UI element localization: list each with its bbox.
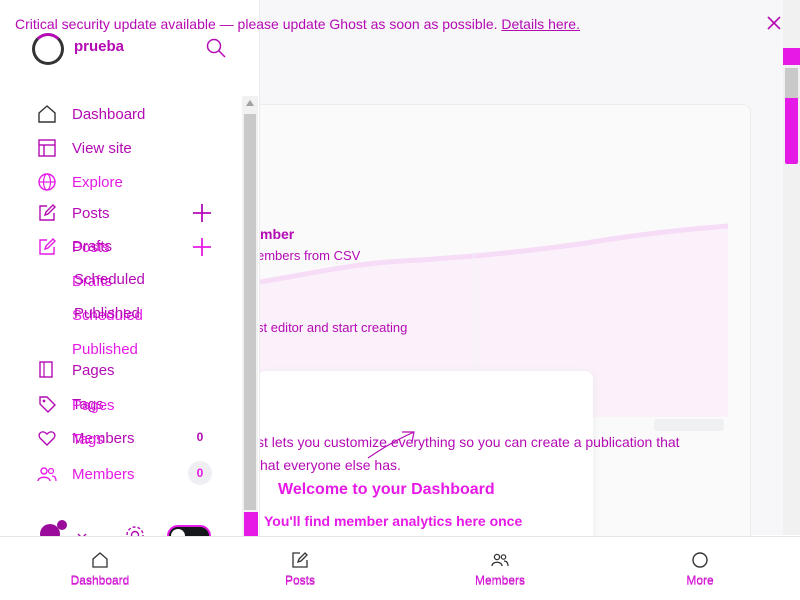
globe-icon [38,173,56,191]
sidebar-item-pages-ghost[interactable]: Pages [72,397,115,414]
tag-icon [39,396,56,413]
sidebar-item-label: Explore [72,174,123,191]
sidebar-item-drafts[interactable]: Drafts [72,238,112,255]
members-count-ghost: 0 [188,461,212,485]
users-icon [491,553,509,567]
close-icon[interactable] [765,14,783,32]
sidebar-item-published-ghost[interactable]: Published [72,341,138,358]
chart-label-placeholder [654,419,724,431]
sidebar-item-explore[interactable]: Explore [37,171,123,193]
edit-icon [39,204,56,221]
sidebar-item-dashboard[interactable]: Dashboard [37,103,145,125]
tab-label-ghost: Posts [284,574,315,588]
sidebar-item-scheduled[interactable]: Scheduled [74,271,145,288]
avatar-badge [57,520,67,530]
sidebar-scroll-highlight [244,512,258,536]
sidebar-item-tags-ghost[interactable]: Tags [72,431,104,448]
scroll-up-button[interactable] [783,48,800,65]
sidebar-item-label: Members [72,466,135,483]
sidebar-item-label: Pages [72,362,115,379]
members-count: 0 [196,430,204,444]
banner-message: Critical security update available — ple… [15,16,580,32]
add-post-icon[interactable] [192,237,212,257]
tab-members[interactable]: Members Members [400,537,600,600]
tab-posts[interactable]: Posts Posts [200,537,400,600]
security-banner: Critical security update available — ple… [0,0,800,48]
tab-label-ghost: Dashboard [70,574,130,588]
sidebar-item-tags[interactable]: Tags [37,393,104,415]
banner-text: Critical security update available — ple… [15,16,498,32]
sidebar-item-members-ghost[interactable]: Members [37,463,135,485]
browser-icon [38,139,56,157]
tab-dashboard[interactable]: Dashboard Dashboard [0,537,200,600]
import-title: mber [260,226,295,242]
sidebar-item-posts-ghost[interactable]: Posts [37,236,110,258]
sidebar-scrollbar[interactable] [242,96,258,536]
import-text: embers from CSV [257,248,361,263]
sidebar-item-label: Posts [72,205,110,222]
sidebar-item-view-site[interactable]: View site [37,137,132,159]
bottom-tab-bar: Dashboard Dashboard Posts Posts Members … [0,536,800,600]
arrow-up-right-icon [367,431,415,459]
welcome-subtitle: You'll find member analytics here once [264,513,523,529]
sidebar-item-label: Dashboard [72,106,146,123]
editor-text: st editor and start creating [257,320,408,335]
home-icon [38,105,56,123]
sidebar-item-members[interactable]: Members [37,427,135,449]
scroll-up-arrow-icon[interactable] [246,100,254,106]
sidebar-item-published[interactable]: Published [74,305,140,322]
scroll-thumb-highlight [785,68,798,98]
customize-text: st lets you customize everything so you … [257,434,680,450]
tab-more[interactable]: More More [600,537,800,600]
banner-details-link[interactable]: Details here. [501,16,580,32]
tab-label-ghost: Members [474,574,525,588]
edit-icon [39,238,56,255]
tab-label-ghost: More [686,574,714,588]
sidebar-item-pages[interactable]: Pages [37,359,115,381]
edit-icon [292,552,308,568]
home-icon [92,552,108,568]
users-icon [37,467,57,482]
sidebar-item-posts[interactable]: Posts [37,202,110,224]
circle-icon [692,552,708,568]
sidebar: prueba Dashboard View site Explore Posts… [0,0,260,547]
welcome-title: Welcome to your Dashboard [278,481,495,498]
page-scrollbar[interactable] [783,0,800,535]
sidebar-scroll-thumb[interactable] [244,114,256,510]
page-icon [39,361,53,378]
sidebar-item-label: View site [72,140,132,157]
add-post-icon[interactable] [192,203,212,223]
heart-icon [38,431,56,446]
